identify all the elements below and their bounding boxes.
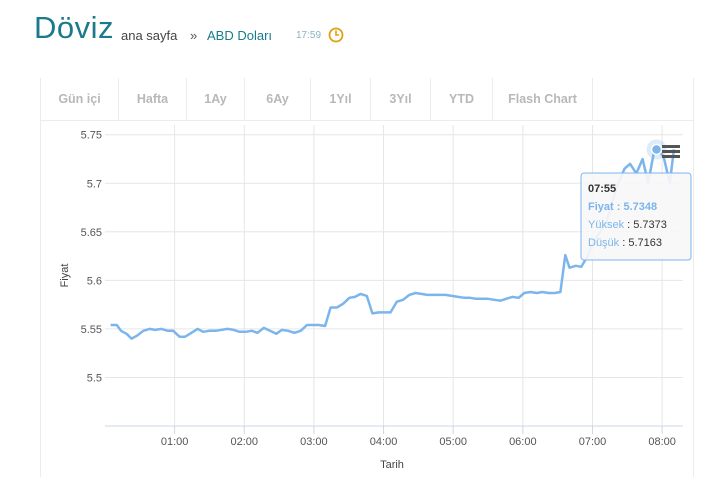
tooltip: 07:55 Fiyat : 5.7348 Yüksek : 5.7373 Düş… bbox=[580, 172, 692, 261]
y-tick-label: 5.55 bbox=[81, 324, 102, 336]
x-axis-ticks: 01:00 02:00 03:00 04:00 05:00 06:00 07:00 08:00 bbox=[161, 426, 676, 448]
y-tick-label: 5.7 bbox=[87, 178, 102, 190]
y-axis-ticks: 5.5 5.55 5.6 5.65 5.7 5.75 bbox=[81, 130, 102, 385]
x-tick-label: 05:00 bbox=[439, 436, 467, 448]
x-tick-label: 02:00 bbox=[231, 436, 259, 448]
y-axis-title: Fiyat bbox=[59, 264, 71, 288]
tooltip-price: Fiyat : 5.7348 bbox=[588, 201, 657, 213]
x-axis-title: Tarih bbox=[380, 459, 404, 471]
hover-point bbox=[650, 143, 663, 156]
x-tick-label: 01:00 bbox=[161, 436, 189, 448]
y-tick-label: 5.65 bbox=[81, 227, 102, 239]
tooltip-high: Yüksek : 5.7373 bbox=[588, 219, 667, 231]
x-tick-label: 07:00 bbox=[579, 436, 607, 448]
x-tick-label: 08:00 bbox=[648, 436, 676, 448]
price-chart[interactable]: 5.5 5.55 5.6 5.65 5.7 5.75 01:00 02:00 03:00 04:… bbox=[0, 0, 705, 477]
x-tick-label: 06:00 bbox=[509, 436, 537, 448]
tooltip-low: Düşük : 5.7163 bbox=[588, 237, 662, 249]
chart-grid bbox=[105, 125, 683, 426]
y-tick-label: 5.5 bbox=[87, 372, 102, 384]
tooltip-time: 07:55 bbox=[588, 183, 616, 195]
chart-menu-icon[interactable] bbox=[662, 145, 680, 158]
x-tick-label: 03:00 bbox=[300, 436, 328, 448]
y-tick-label: 5.6 bbox=[87, 275, 102, 287]
y-tick-label: 5.75 bbox=[81, 130, 102, 142]
x-tick-label: 04:00 bbox=[370, 436, 398, 448]
